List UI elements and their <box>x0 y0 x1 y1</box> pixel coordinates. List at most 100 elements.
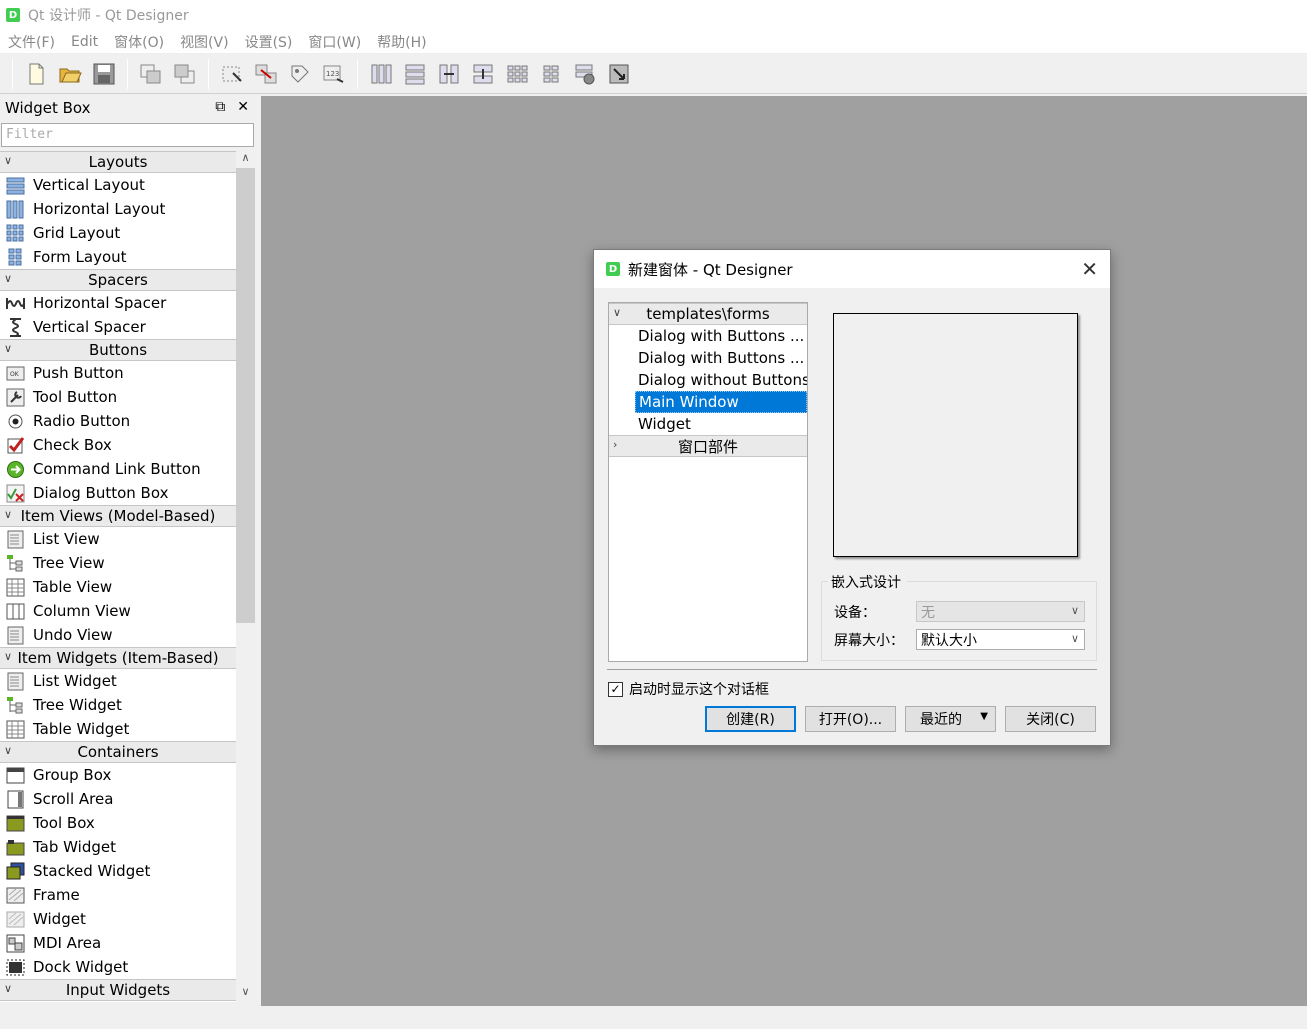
widget-label: Column View <box>33 602 131 620</box>
edit-widgets-button[interactable] <box>215 58 249 90</box>
menu-view[interactable]: 视图(V) <box>172 32 237 52</box>
widget-form-layout[interactable]: Form Layout <box>0 245 236 269</box>
layout-v-splitter-button[interactable] <box>466 58 500 90</box>
widget-tab-widget[interactable]: Tab Widget <box>0 835 236 859</box>
widget-tree-widget[interactable]: Tree Widget <box>0 693 236 717</box>
send-to-back-button[interactable] <box>134 58 168 90</box>
widget-label: Form Layout <box>33 248 127 266</box>
undo-view-icon <box>7 626 24 644</box>
layout-grid-button[interactable] <box>500 58 534 90</box>
menu-help[interactable]: 帮助(H) <box>369 32 434 52</box>
tree-group-templates-forms[interactable]: ∨ templates\forms <box>609 303 807 325</box>
category-layouts[interactable]: ∨ Layouts <box>0 151 236 173</box>
menu-settings[interactable]: 设置(S) <box>237 32 301 52</box>
template-item[interactable]: Dialog with Buttons ... <box>609 347 807 369</box>
widget-widget[interactable]: Widget <box>0 907 236 931</box>
widget-vertical-spacer[interactable]: Vertical Spacer <box>0 315 236 339</box>
status-bar <box>0 1006 1307 1029</box>
scroll-down-icon[interactable]: ∨ <box>236 985 255 1002</box>
dropdown-arrow-icon: ▼ <box>980 711 988 722</box>
show-on-startup-checkbox[interactable]: ✓ 启动时显示这个对话框 <box>608 679 769 699</box>
category-item-widgets[interactable]: ∨ Item Widgets (Item-Based) <box>0 647 236 669</box>
widget-stacked-widget[interactable]: Stacked Widget <box>0 859 236 883</box>
menu-form[interactable]: 窗体(O) <box>106 32 172 52</box>
bring-to-front-button[interactable] <box>168 58 202 90</box>
widget-mdi-area[interactable]: MDI Area <box>0 931 236 955</box>
device-select[interactable]: 无 ∨ <box>916 601 1085 622</box>
filter-input[interactable]: Filter <box>1 123 254 147</box>
category-item-views[interactable]: ∨ Item Views (Model-Based) <box>0 505 236 527</box>
template-item-selected[interactable]: Main Window <box>635 391 807 413</box>
recent-button-label: 最近的 <box>920 712 962 728</box>
widget-check-box[interactable]: Check Box <box>0 433 236 457</box>
widget-vertical-layout[interactable]: Vertical Layout <box>0 173 236 197</box>
edit-signals-button[interactable] <box>249 58 283 90</box>
widget-frame[interactable]: Frame <box>0 883 236 907</box>
widget-table-view[interactable]: Table View <box>0 575 236 599</box>
widget-list-widget[interactable]: List Widget <box>0 669 236 693</box>
widget-tree-view[interactable]: Tree View <box>0 551 236 575</box>
menu-file[interactable]: 文件(F) <box>0 32 63 52</box>
category-containers[interactable]: ∨ Containers <box>0 741 236 763</box>
vertical-spacer-icon <box>10 317 21 337</box>
break-layout-button[interactable] <box>568 58 602 90</box>
close-icon[interactable]: ✕ <box>1081 257 1098 281</box>
tree-view-icon <box>7 554 23 571</box>
main-toolbar: 123 <box>0 54 1307 94</box>
scrollbar-thumb[interactable] <box>236 168 255 623</box>
tab-widget-icon <box>6 839 25 855</box>
menu-window[interactable]: 窗口(W) <box>300 32 369 52</box>
save-button[interactable] <box>87 58 121 90</box>
layout-vertical-button[interactable] <box>398 58 432 90</box>
template-item[interactable]: Dialog with Buttons ... <box>609 325 807 347</box>
template-item[interactable]: Dialog without Buttons <box>609 369 807 391</box>
category-input-widgets[interactable]: ∨ Input Widgets <box>0 979 236 1001</box>
qt-designer-icon: D <box>6 8 20 22</box>
layout-horizontal-button[interactable] <box>364 58 398 90</box>
check-box-icon <box>7 436 25 453</box>
close-button[interactable]: 关闭(C) <box>1005 706 1096 732</box>
widget-horizontal-layout[interactable]: Horizontal Layout <box>0 197 236 221</box>
dialog-title: 新建窗体 - Qt Designer <box>628 260 793 279</box>
close-dock-icon[interactable]: ✕ <box>237 99 249 115</box>
widget-list-view[interactable]: List View <box>0 527 236 551</box>
widget-dialog-button-box[interactable]: Dialog Button Box <box>0 481 236 505</box>
category-buttons[interactable]: ∨ Buttons <box>0 339 236 361</box>
edit-buddies-button[interactable] <box>283 58 317 90</box>
widget-scroll-area[interactable]: Scroll Area <box>0 787 236 811</box>
screen-size-select[interactable]: 默认大小 ∨ <box>916 629 1085 650</box>
edit-tab-order-button[interactable]: 123 <box>317 58 351 90</box>
widget-undo-view[interactable]: Undo View <box>0 623 236 647</box>
new-file-button[interactable] <box>19 58 53 90</box>
widget-push-button[interactable]: OK Push Button <box>0 361 236 385</box>
create-button[interactable]: 创建(R) <box>705 706 796 732</box>
widget-column-view[interactable]: Column View <box>0 599 236 623</box>
widget-table-widget[interactable]: Table Widget <box>0 717 236 741</box>
form-layout-icon <box>8 248 22 265</box>
layout-form-button[interactable] <box>534 58 568 90</box>
float-dock-icon[interactable]: ⧉ <box>215 99 225 115</box>
widget-tool-box[interactable]: Tool Box <box>0 811 236 835</box>
open-button[interactable]: 打开(O)... <box>805 706 896 732</box>
widget-group-box[interactable]: Group Box <box>0 763 236 787</box>
widget-list-scrollbar[interactable]: ∧ ∨ <box>236 151 255 1002</box>
widget-label: Vertical Layout <box>33 176 145 194</box>
adjust-size-icon <box>609 64 629 83</box>
template-item[interactable]: Widget <box>609 413 807 435</box>
tree-group-widgets[interactable]: › 窗口部件 <box>609 435 807 457</box>
open-file-button[interactable] <box>53 58 87 90</box>
scroll-up-icon[interactable]: ∧ <box>236 151 255 168</box>
widget-dock-widget[interactable]: Dock Widget <box>0 955 236 979</box>
widget-tool-button[interactable]: Tool Button <box>0 385 236 409</box>
widget-label: List View <box>33 530 100 548</box>
widget-radio-button[interactable]: Radio Button <box>0 409 236 433</box>
adjust-size-button[interactable] <box>602 58 636 90</box>
widget-grid-layout[interactable]: Grid Layout <box>0 221 236 245</box>
menu-edit[interactable]: Edit <box>63 34 106 50</box>
layout-h-splitter-button[interactable] <box>432 58 466 90</box>
svg-text:123: 123 <box>326 70 339 78</box>
category-spacers[interactable]: ∨ Spacers <box>0 269 236 291</box>
widget-horizontal-spacer[interactable]: Horizontal Spacer <box>0 291 236 315</box>
recent-button[interactable]: 最近的 ▼ <box>905 706 996 732</box>
widget-command-link-button[interactable]: Command Link Button <box>0 457 236 481</box>
